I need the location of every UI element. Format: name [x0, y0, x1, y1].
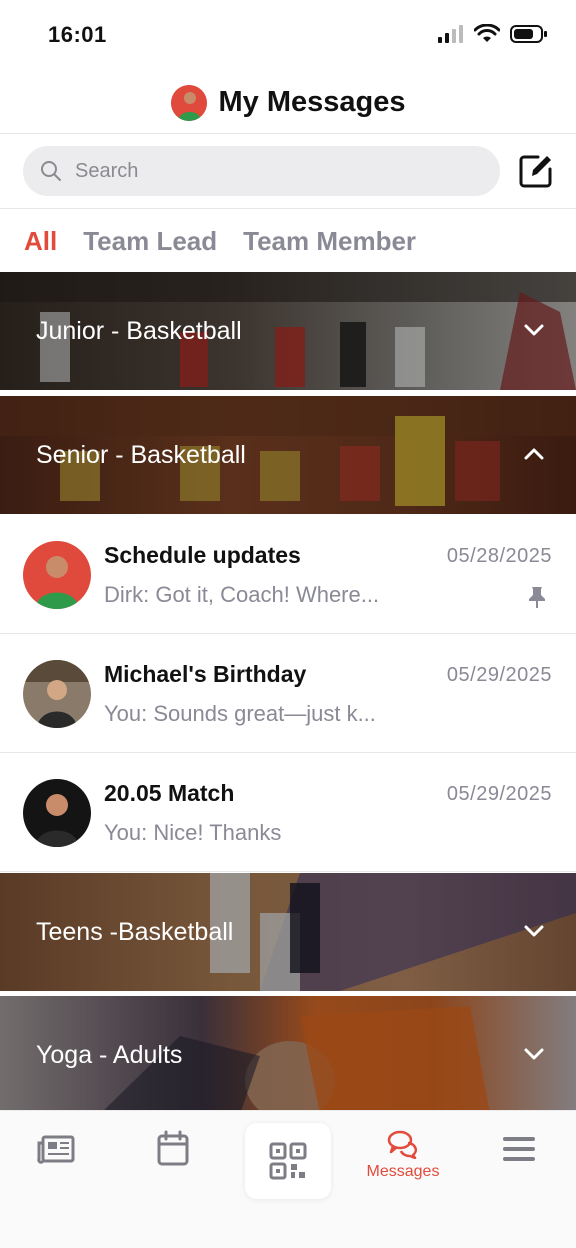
status-icons: [438, 24, 548, 44]
group-label: Teens -Basketball: [36, 917, 234, 946]
user-avatar[interactable]: [170, 84, 207, 121]
page-header: My Messages: [0, 72, 576, 134]
search-input[interactable]: Search: [23, 146, 500, 196]
tab-team-member[interactable]: Team Member: [243, 226, 416, 257]
group-label: Junior - Basketball: [36, 316, 242, 345]
chat-preview: You: Nice! Thanks: [104, 820, 282, 845]
chevron-down-icon[interactable]: [522, 919, 546, 943]
chat-title: 20.05 Match: [104, 780, 235, 806]
chat-date: 05/29/2025: [446, 664, 552, 686]
chevron-up-icon[interactable]: [522, 442, 546, 466]
chevron-down-icon[interactable]: [522, 1042, 546, 1066]
status-bar: 16:01: [0, 0, 576, 72]
battery-icon: [510, 25, 547, 43]
search-placeholder: Search: [75, 159, 139, 182]
group-label: Senior - Basketball: [36, 440, 246, 469]
compose-icon[interactable]: [518, 153, 554, 189]
chat-avatar: [23, 779, 91, 847]
chat-avatar: [23, 660, 91, 728]
chat-date: 05/28/2025: [446, 545, 552, 567]
chat-row[interactable]: Schedule updates 05/28/2025 Dirk: Got it…: [0, 515, 576, 634]
group-banner-teens-basketball[interactable]: Teens -Basketball: [0, 873, 576, 991]
bottom-tab-bar: Messages: [0, 1110, 576, 1248]
chat-row[interactable]: 20.05 Match 05/29/2025 You: Nice! Thanks: [0, 753, 576, 872]
hamburger-menu-icon: [503, 1137, 535, 1161]
status-time: 16:01: [48, 22, 107, 47]
cellular-signal-icon: [438, 25, 463, 43]
search-row: Search: [0, 135, 576, 209]
chevron-down-icon[interactable]: [522, 318, 546, 342]
page-title: My Messages: [218, 86, 406, 118]
tab-news[interactable]: [14, 1129, 100, 1209]
group-label: Yoga - Adults: [36, 1040, 183, 1069]
tab-calendar[interactable]: [130, 1129, 216, 1209]
qr-code-icon: [269, 1142, 307, 1180]
pin-icon: [529, 587, 545, 608]
tab-qr-code[interactable]: [245, 1123, 331, 1199]
group-banner-senior-basketball[interactable]: Senior - Basketball: [0, 396, 576, 514]
tab-team-lead[interactable]: Team Lead: [83, 226, 217, 257]
group-banner-yoga-adults[interactable]: Yoga - Adults: [0, 996, 576, 1114]
filter-tabs: All Team Lead Team Member: [0, 210, 576, 272]
newspaper-icon: [37, 1135, 75, 1164]
chat-title: Schedule updates: [104, 542, 301, 568]
chat-avatar: [23, 541, 91, 609]
chat-title: Michael's Birthday: [104, 661, 307, 687]
tab-all[interactable]: All: [24, 226, 57, 257]
group-banner-junior-basketball[interactable]: Junior - Basketball: [0, 272, 576, 390]
tab-messages[interactable]: Messages: [360, 1129, 446, 1209]
tab-messages-label: Messages: [366, 1163, 440, 1180]
tab-menu[interactable]: [476, 1129, 562, 1209]
search-icon: [41, 161, 61, 181]
chat-date: 05/29/2025: [446, 783, 552, 805]
chat-preview: Dirk: Got it, Coach! Where...: [104, 582, 380, 607]
messages-icon: [387, 1130, 418, 1159]
calendar-icon: [157, 1130, 189, 1166]
wifi-icon: [474, 24, 500, 42]
chat-preview: You: Sounds great—just k...: [104, 701, 376, 726]
chat-row[interactable]: Michael's Birthday 05/29/2025 You: Sound…: [0, 634, 576, 753]
